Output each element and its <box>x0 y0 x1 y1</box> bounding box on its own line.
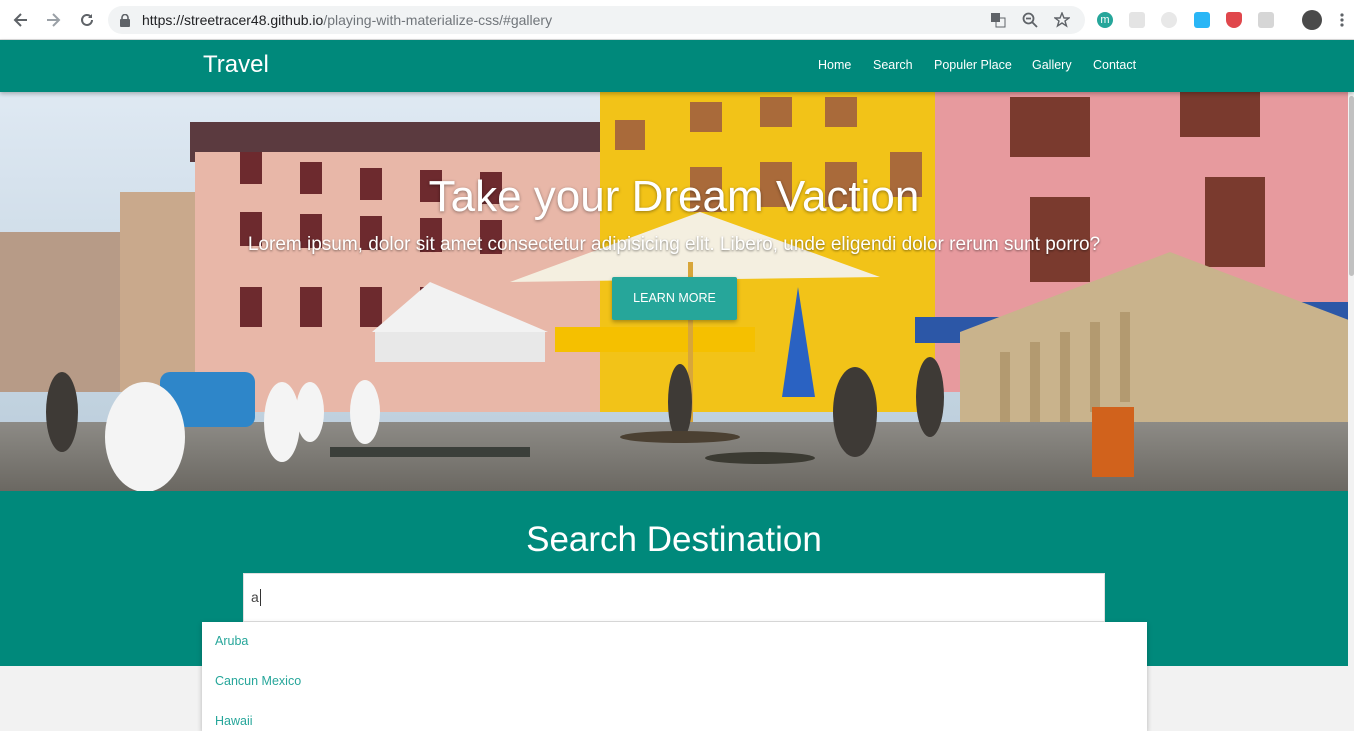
search-input-value: a <box>251 589 259 605</box>
search-input[interactable]: a <box>243 573 1105 622</box>
url-text: https://streetracer48.github.io/playing-… <box>142 12 553 28</box>
timer-extension-icon[interactable] <box>1161 12 1177 28</box>
page-scrollbar[interactable] <box>1348 40 1354 731</box>
learn-more-button[interactable]: LEARN MORE <box>612 277 737 320</box>
star-icon[interactable] <box>1052 11 1072 28</box>
screen-extension-icon[interactable] <box>1258 12 1274 28</box>
nav-link-gallery[interactable]: Gallery <box>1032 58 1072 72</box>
hero-banner: Take your Dream Vaction Lorem ipsum, dol… <box>0 92 1354 491</box>
nav-link-home[interactable]: Home <box>818 58 851 72</box>
scrollbar-thumb[interactable] <box>1349 96 1354 276</box>
translate-icon[interactable] <box>990 12 1006 28</box>
autocomplete-option-aruba[interactable]: Aruba <box>215 634 248 648</box>
avatar[interactable] <box>1302 10 1322 30</box>
top-navbar: Travel Home Search Populer Place Gallery… <box>0 40 1354 92</box>
grid-extension-icon[interactable] <box>1129 12 1145 28</box>
text-caret <box>260 589 261 606</box>
m-extension-icon[interactable]: m <box>1097 12 1113 28</box>
back-icon[interactable] <box>11 10 31 30</box>
brand-logo[interactable]: Travel <box>203 51 269 79</box>
hero-subtitle: Lorem ipsum, dolor sit amet consectetur … <box>247 234 1101 255</box>
search-title: Search Destination <box>526 520 822 559</box>
address-bar[interactable]: https://streetracer48.github.io/playing-… <box>108 6 1085 34</box>
nav-link-search[interactable]: Search <box>873 58 913 72</box>
nav-link-contact[interactable]: Contact <box>1093 58 1136 72</box>
forward-icon[interactable] <box>43 10 63 30</box>
autocomplete-option-hawaii[interactable]: Hawaii <box>215 714 253 728</box>
cast-extension-icon[interactable] <box>1194 12 1210 28</box>
reload-icon[interactable] <box>77 10 97 30</box>
zoom-icon[interactable] <box>1022 12 1038 28</box>
menu-dots-icon[interactable] <box>1340 12 1344 28</box>
browser-toolbar: https://streetracer48.github.io/playing-… <box>0 0 1354 40</box>
autocomplete-dropdown: Aruba Cancun Mexico Hawaii <box>202 622 1147 731</box>
autocomplete-option-cancun-mexico[interactable]: Cancun Mexico <box>215 674 301 688</box>
hero-title: Take your Dream Vaction <box>428 172 920 221</box>
nav-link-popular-place[interactable]: Populer Place <box>934 58 1012 72</box>
lock-icon <box>120 13 130 32</box>
shield-extension-icon[interactable] <box>1226 12 1242 28</box>
